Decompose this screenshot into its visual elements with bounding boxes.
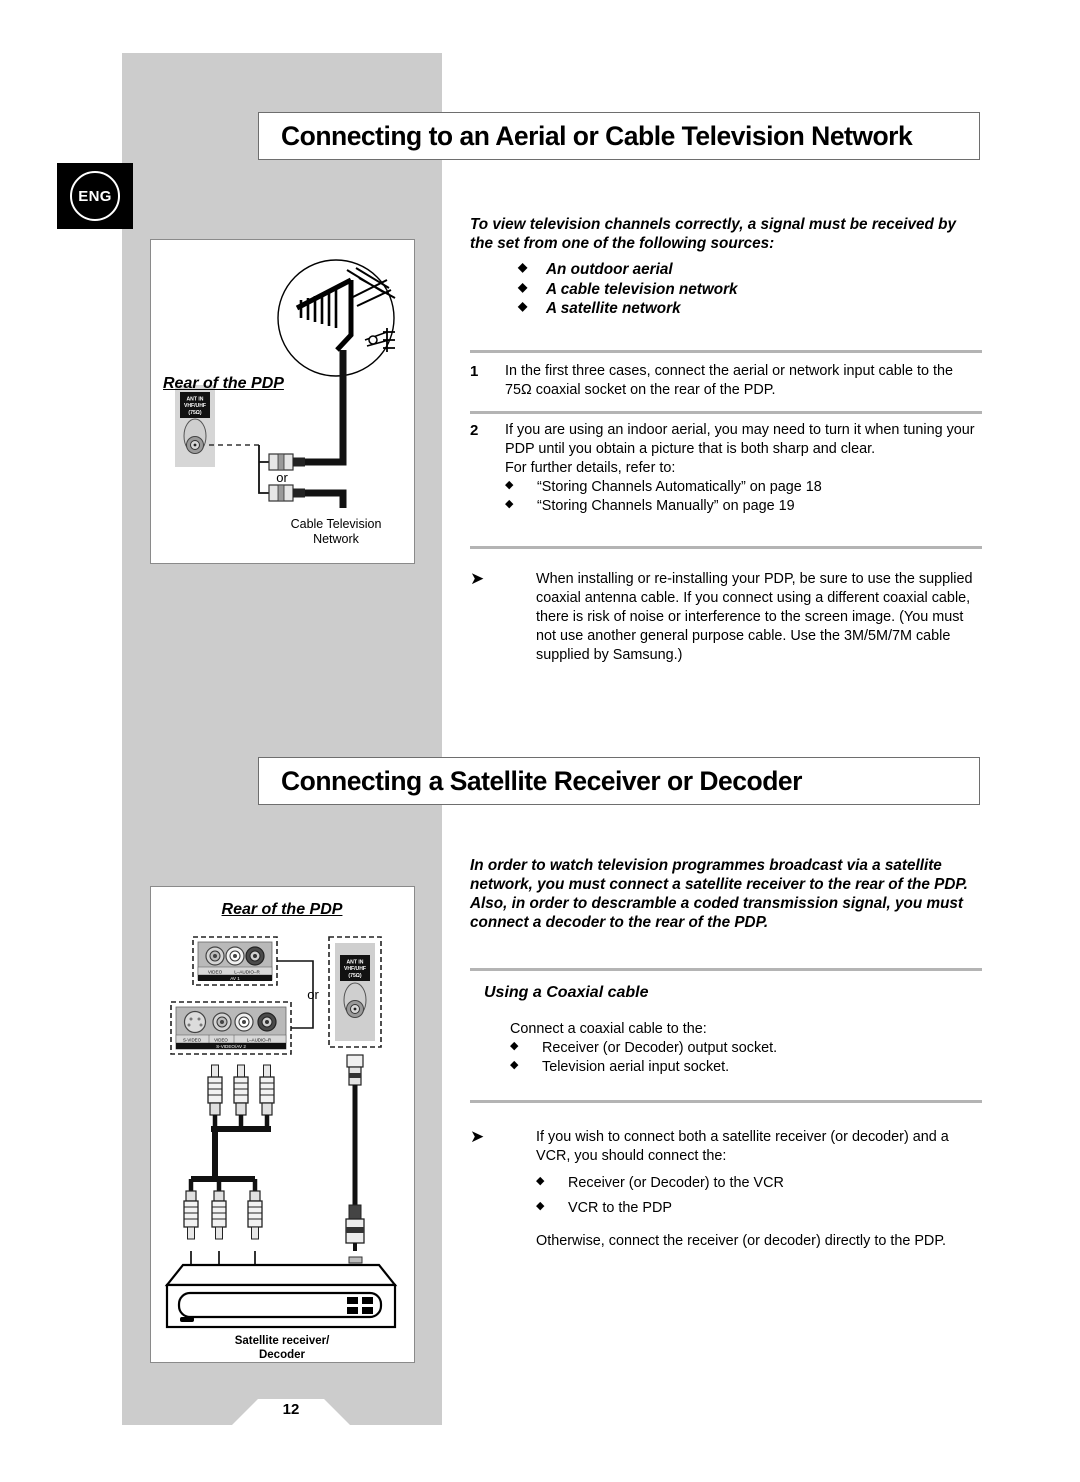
svg-text:L–AUDIO–R: L–AUDIO–R [247,1037,271,1042]
diamond-bullet-icon: ◆ [510,1059,519,1072]
diamond-bullet-icon: ◆ [536,1200,545,1213]
step-number: 2 [470,422,479,439]
list-item: ◆ An outdoor aerial [470,260,982,280]
diamond-bullet-icon: ◆ [518,279,528,294]
list-item: ◆ Receiver (or Decoder) to the VCR [536,1174,982,1193]
list-item-label: A satellite network [546,300,681,318]
svg-text:AV 1: AV 1 [230,976,240,981]
list-item-label: An outdoor aerial [546,260,673,278]
list-item-label: VCR to the PDP [568,1200,672,1217]
figure-satellite-connection: Rear of the PDP VIDEO L–AUDIO–R AV 1 S-V… [150,886,415,1363]
diamond-bullet-icon: ◆ [518,299,528,314]
svg-text:L–AUDIO–R: L–AUDIO–R [234,969,260,974]
svg-text:or: or [307,987,319,1002]
svg-text:S-VIDEO: S-VIDEO [183,1037,202,1042]
coaxial-body: Connect a coaxial cable to the: ◆ Receiv… [470,1020,982,1077]
step-text: In the first three cases, connect the ae… [505,363,953,399]
aerial-intro-text: To view television channels correctly, a… [470,216,957,252]
list-item: ◆ “Storing Channels Manually” on page 19 [505,497,982,516]
list-item-label: “Storing Channels Manually” on page 19 [537,498,795,515]
list-item-label: Receiver (or Decoder) output socket. [542,1040,778,1057]
note-outro: Otherwise, connect the receiver (or deco… [536,1233,947,1250]
diamond-bullet-icon: ◆ [518,259,528,274]
svg-text:ANT IN: ANT IN [187,397,204,403]
coaxial-subheading: Using a Coaxial cable [484,984,649,1001]
list-item: ◆ A satellite network [470,299,982,319]
divider [470,546,982,549]
list-item: ◆ Receiver (or Decoder) output socket. [510,1039,982,1058]
note-body: If you wish to connect both a satellite … [536,1128,982,1251]
note-text: When installing or re-installing your PD… [536,571,973,664]
arrow-bullet-icon: ➤ [470,569,485,588]
svg-text:VIDEO: VIDEO [214,1037,228,1042]
svg-text:VIDEO: VIDEO [208,969,223,974]
step-row: 2 If you are using an indoor aerial, you… [470,421,982,516]
aerial-step-2: 2 If you are using an indoor aerial, you… [470,421,982,516]
diamond-bullet-icon: ◆ [505,479,514,492]
divider [470,1100,982,1103]
figure-satellite-drawing: VIDEO L–AUDIO–R AV 1 S-VIDEO VIDEO L–AUD… [164,936,398,1361]
svg-text:VHF/UHF: VHF/UHF [184,403,206,409]
section-heading-aerial-text: Connecting to an Aerial or Cable Televis… [281,120,913,151]
step-body: If you are using an indoor aerial, you m… [505,421,982,516]
note-row: ➤ If you wish to connect both a satellit… [470,1128,982,1251]
figure-satellite-title: Rear of the PDP [221,901,343,918]
satellite-intro-text: In order to watch television programmes … [470,857,968,931]
list-item: ◆ Television aerial input socket. [510,1058,982,1077]
list-item-label: “Storing Channels Automatically” on page… [537,479,822,496]
diamond-bullet-icon: ◆ [536,1175,545,1188]
coaxial-intro: Connect a coaxial cable to the: [510,1021,707,1037]
svg-text:Cable Television: Cable Television [291,517,382,531]
diamond-bullet-icon: ◆ [510,1040,519,1053]
svg-text:(75Ω): (75Ω) [188,410,201,416]
section-heading-satellite: Connecting a Satellite Receiver or Decod… [258,757,980,805]
arrow-bullet-icon: ➤ [470,1127,485,1146]
section-heading-aerial: Connecting to an Aerial or Cable Televis… [258,112,980,160]
page-number-label: 12 [282,1401,300,1418]
satellite-intro-block: In order to watch television programmes … [470,857,982,933]
svg-text:VHF/UHF: VHF/UHF [344,966,366,972]
list-item: ◆ “Storing Channels Automatically” on pa… [505,478,982,497]
satellite-note: ➤ If you wish to connect both a satellit… [470,1128,982,1251]
svg-text:(75Ω): (75Ω) [348,973,361,979]
figure-aerial-drawing: ANT IN VHF/UHF (75Ω) or Cable Television… [175,259,396,546]
figure-aerial-connection: Rear of the PDP ANT IN VHF/UHF (75Ω) or … [150,239,415,564]
svg-text:Network: Network [313,532,360,546]
step-row: 1 In the first three cases, connect the … [470,362,982,400]
aerial-step-1: 1 In the first three cases, connect the … [470,362,982,400]
step-text: If you are using an indoor aerial, you m… [505,422,975,458]
language-badge-circle: ENG [70,171,120,221]
step-number: 1 [470,363,479,380]
svg-text:or: or [276,470,288,485]
language-badge: ENG [57,163,133,229]
svg-text:S-VIDEO/AV 2: S-VIDEO/AV 2 [216,1044,246,1049]
divider [470,411,982,414]
aerial-source-list: ◆ An outdoor aerial ◆ A cable television… [470,260,982,319]
diamond-bullet-icon: ◆ [505,498,514,511]
step-subintro: For further details, refer to: [505,460,676,477]
divider [470,350,982,353]
list-item: ◆ VCR to the PDP [536,1199,982,1218]
list-item-label: Television aerial input socket. [542,1059,730,1076]
note-intro: If you wish to connect both a satellite … [536,1129,949,1165]
list-item: ◆ A cable television network [470,280,982,300]
coaxial-block: Using a Coaxial cable Connect a coaxial … [470,984,982,1077]
svg-text:Decoder: Decoder [259,1349,306,1361]
section-heading-satellite-text: Connecting a Satellite Receiver or Decod… [281,765,802,796]
figure-aerial-title: Rear of the PDP [163,375,284,392]
aerial-intro-block: To view television channels correctly, a… [470,216,982,319]
note-row: ➤ When installing or re-installing your … [470,570,982,665]
list-item-label: A cable television network [546,280,738,298]
aerial-note: ➤ When installing or re-installing your … [470,570,982,665]
language-badge-label: ENG [78,187,112,205]
svg-text:ANT IN: ANT IN [347,960,364,966]
svg-text:Satellite receiver/: Satellite receiver/ [235,1335,330,1347]
list-item-label: Receiver (or Decoder) to the VCR [568,1175,784,1192]
divider [470,968,982,971]
